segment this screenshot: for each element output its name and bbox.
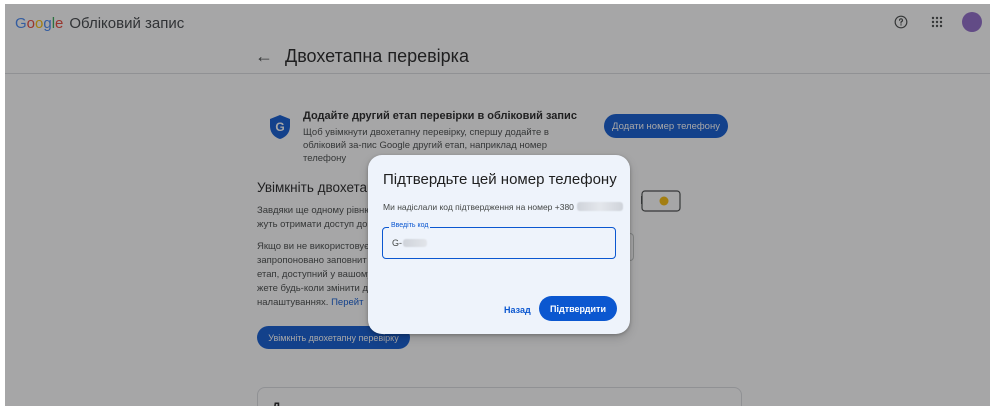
code-prefix: G- xyxy=(392,238,402,248)
confirm-button[interactable]: Підтвердити xyxy=(539,296,617,321)
code-field-label: Введіть код xyxy=(389,222,431,229)
verify-phone-dialog: Підтвердьте цей номер телефону Ми надісл… xyxy=(368,155,630,334)
dialog-description-text: Ми надіслали код підтвердження на номер … xyxy=(383,202,574,212)
dialog-description: Ми надіслали код підтвердження на номер … xyxy=(383,202,623,212)
verification-code-input[interactable]: Введіть код G- xyxy=(382,222,616,259)
back-button[interactable]: Назад xyxy=(504,305,531,315)
redacted-phone-number xyxy=(576,202,623,211)
page: Google Обліковий запис ← Двохетапна пере… xyxy=(5,4,990,406)
redacted-code xyxy=(403,239,427,247)
dialog-title: Підтвердьте цей номер телефону xyxy=(383,171,617,188)
code-field-value: G- xyxy=(392,238,427,248)
